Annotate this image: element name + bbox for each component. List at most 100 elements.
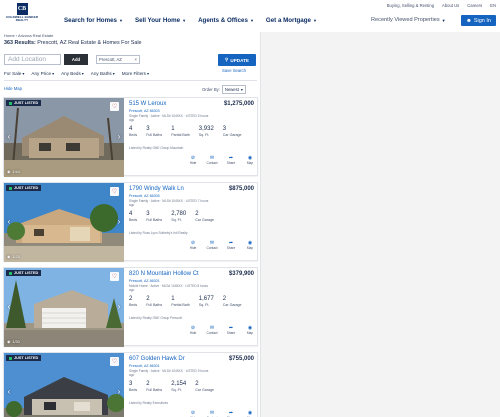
add-location-button[interactable]: Add: [64, 54, 88, 65]
listing-contact-button[interactable]: ✉ Contact: [204, 240, 220, 250]
listing-photo[interactable]: JUST LISTED ♡ ‹ › ◉ 1/44: [4, 98, 124, 177]
breadcrumb[interactable]: Home › Arizona Real Estate: [4, 33, 53, 38]
favorite-heart-icon[interactable]: ♡: [110, 272, 119, 281]
listing-card[interactable]: JUST LISTED ♡ ‹ › ◉ 1/25 1790 Windy Walk …: [3, 182, 258, 262]
listing-photo[interactable]: JUST LISTED ♡ ‹ › ◉1/38: [4, 353, 124, 417]
recently-viewed-dropdown[interactable]: Recently Viewed Properties ▼: [371, 17, 446, 23]
chevron-left-icon[interactable]: ‹: [6, 301, 12, 311]
listing-hide-button[interactable]: ⊘ Hide: [185, 410, 201, 417]
listing-address[interactable]: 607 Golden Hawk Dr: [129, 356, 185, 362]
stat-value: 3: [146, 126, 150, 132]
house-photo: [4, 353, 124, 417]
favorite-heart-icon[interactable]: ♡: [110, 187, 119, 196]
listing-map-button[interactable]: ◉ Map: [242, 325, 258, 335]
listing-contact-button[interactable]: ✉ Contact: [204, 325, 220, 335]
listing-photo[interactable]: JUST LISTED ♡ ‹ › ◉ 1/25: [4, 183, 124, 262]
stat-label: Beds: [129, 133, 138, 137]
chevron-left-icon[interactable]: ‹: [6, 216, 12, 226]
listing-stat: 1 Partial Bath: [171, 296, 190, 307]
listing-contact-button[interactable]: ✉ Contact: [204, 155, 220, 165]
nav-search-for-homes[interactable]: Search for Homes ▼: [64, 17, 123, 24]
nav-agents-offices[interactable]: Agents & Offices ▼: [198, 17, 254, 24]
sort-select[interactable]: Newest ▾: [221, 85, 246, 94]
listing-stat: 2 Full Baths: [146, 296, 162, 307]
listing-share-button[interactable]: ➦ Share: [223, 240, 239, 250]
listing-stat: 2,154 Sq. Ft.: [171, 381, 186, 392]
favorite-heart-icon[interactable]: ♡: [110, 102, 119, 111]
listing-share-button[interactable]: ➦ Share: [223, 155, 239, 165]
listing-map-button[interactable]: ◉ Map: [242, 410, 258, 417]
listing-city[interactable]: Prescott, AZ 86301: [129, 279, 160, 283]
location-chip[interactable]: Prescott, AZ ×: [96, 55, 140, 64]
listing-contact-button[interactable]: ✉ Contact: [204, 410, 220, 417]
chevron-right-icon[interactable]: ›: [116, 301, 122, 311]
nav-sell-your-home[interactable]: Sell Your Home ▼: [135, 17, 186, 24]
listing-share-button[interactable]: ➦ Share: [223, 325, 239, 335]
listing-meta: Single Family · Active · MLS# 1045XX · L…: [129, 199, 209, 207]
chevron-left-icon[interactable]: ‹: [6, 386, 12, 396]
listing-card[interactable]: JUST LISTED ♡ ‹ › ◉ 1/30 820 N Mountain H…: [3, 267, 258, 347]
filter-baths[interactable]: Any Baths ▾: [91, 71, 115, 76]
listing-stat: 2 Beds: [129, 296, 137, 307]
just-listed-badge: JUST LISTED: [6, 100, 42, 106]
chevron-right-icon[interactable]: ›: [116, 386, 122, 396]
utility-link-buying[interactable]: Buying, Selling & Renting: [387, 3, 434, 8]
update-search-button[interactable]: ⚲ UPDATE: [218, 54, 256, 66]
listing-city[interactable]: Prescott, AZ 86301: [129, 364, 160, 368]
listing-address[interactable]: 515 W Leroux: [129, 101, 166, 107]
photo-count: ◉ 1/44: [7, 169, 20, 175]
chevron-left-icon[interactable]: ‹: [6, 131, 12, 141]
listing-price: $1,275,000: [223, 101, 254, 107]
listing-card[interactable]: JUST LISTED ♡ ‹ › ◉1/38 607 Golden Hawk …: [3, 352, 258, 417]
search-icon: ⚲: [225, 57, 229, 62]
favorite-heart-icon[interactable]: ♡: [110, 357, 119, 366]
badge-icon: [9, 101, 12, 105]
close-icon[interactable]: ×: [135, 57, 137, 62]
listing-city[interactable]: Prescott, AZ 86303: [129, 109, 160, 113]
just-listed-badge: JUST LISTED: [6, 185, 42, 191]
chevron-down-icon: ▾: [81, 71, 84, 76]
listing-hide-button[interactable]: ⊘ Hide: [185, 155, 201, 165]
map-panel[interactable]: [260, 32, 500, 417]
language-selector[interactable]: EN: [490, 3, 496, 8]
logo-wordmark: COLDWELL BANKER REALTY: [5, 15, 39, 23]
house-photo: [4, 98, 124, 177]
listing-address[interactable]: 820 N Mountain Hollow Ct: [129, 271, 199, 277]
listing-card[interactable]: JUST LISTED ♡ ‹ › ◉ 1/44 515 W Leroux $1,…: [3, 97, 258, 177]
listing-courtesy: Listed by Realty ONE Group Prescott: [129, 316, 182, 320]
listing-map-button[interactable]: ◉ Map: [242, 240, 258, 250]
stat-label: Car Garage: [195, 218, 214, 222]
listing-courtesy: Listed by Realty ONE Group Mountain: [129, 146, 184, 150]
listing-photo[interactable]: JUST LISTED ♡ ‹ › ◉ 1/30: [4, 268, 124, 347]
results-count: 363 Results:: [4, 40, 36, 46]
location-search-input[interactable]: Add Location: [4, 54, 61, 65]
filter-status[interactable]: For Sale ▾: [4, 71, 24, 76]
chevron-down-icon: ▼: [312, 18, 317, 23]
hide-map-link[interactable]: Hide Map: [4, 86, 22, 91]
filter-beds[interactable]: Any Beds ▾: [61, 71, 84, 76]
save-search-link[interactable]: Save Search: [222, 68, 246, 73]
listing-hide-button[interactable]: ⊘ Hide: [185, 325, 201, 335]
sign-in-button[interactable]: ☻ Sign In: [461, 15, 496, 26]
listing-meta: Mobile Home · Active · MLS# 1045XX · LIS…: [129, 284, 209, 292]
brand-logo[interactable]: CB COLDWELL BANKER REALTY: [4, 3, 40, 29]
chevron-right-icon[interactable]: ›: [116, 131, 122, 141]
filter-more[interactable]: More Filters ▾: [122, 71, 149, 76]
nav-get-a-mortgage[interactable]: Get a Mortgage ▼: [266, 17, 317, 24]
utility-link-about[interactable]: About Us: [442, 3, 459, 8]
listing-share-button[interactable]: ➦ Share: [223, 410, 239, 417]
stat-label: Full Baths: [146, 388, 163, 392]
listing-actions: ⊘ Hide ✉ Contact ➦ Share ◉ Map: [185, 410, 258, 417]
chevron-right-icon[interactable]: ›: [116, 216, 122, 226]
listing-stats: 3 Beds 2 Full Baths 2,154 Sq. Ft. 2 Car …: [129, 381, 214, 392]
utility-link-careers[interactable]: Careers: [467, 3, 482, 8]
listing-map-button[interactable]: ◉ Map: [242, 155, 258, 165]
listing-hide-button[interactable]: ⊘ Hide: [185, 240, 201, 250]
listing-stats: 4 Beds 3 Full Baths 1 Partial Bath 3,932…: [129, 126, 242, 137]
stat-value: 3: [129, 381, 133, 387]
stat-value: 4: [129, 126, 133, 132]
results-title: Prescott, AZ Real Estate & Homes For Sal…: [37, 40, 142, 46]
listing-city[interactable]: Prescott, AZ 86305: [129, 194, 160, 198]
filter-price[interactable]: Any Price ▾: [31, 71, 54, 76]
listing-address[interactable]: 1790 Windy Walk Ln: [129, 186, 184, 192]
